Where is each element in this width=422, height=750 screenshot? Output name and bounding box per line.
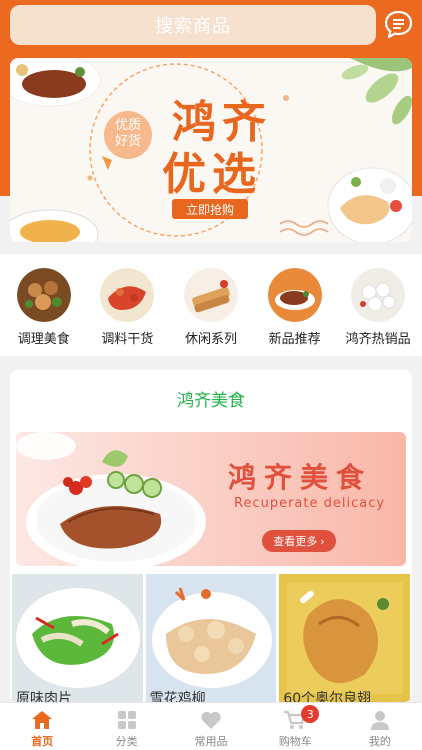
product-card[interactable]: 雪花鸡柳	[145, 574, 277, 702]
tab-label: 首页	[31, 735, 54, 748]
chat-bubble-icon	[384, 10, 413, 39]
cart-badge: 3	[301, 705, 320, 723]
section-title: 鸿齐美食	[177, 391, 245, 411]
chevron-right-icon: ›	[320, 534, 325, 548]
search-placeholder: 搜索商品	[155, 16, 231, 37]
bottom-tab-bar: 首页 分类 常用品 3 购物车 我的	[0, 702, 422, 750]
section-promo-banner[interactable]: 鸿齐美食 Recuperate delicacy 查看更多 ›	[16, 432, 406, 566]
banner-badge-line1: 优质	[114, 118, 141, 133]
category-image	[16, 268, 71, 322]
banner-title-line2: 优选	[162, 149, 262, 200]
product-card[interactable]: 60个奥尔良翅	[279, 574, 411, 702]
category-row: 调理美食 调料干货 休闲系列 新品推荐 鸿齐热销品	[0, 254, 422, 356]
category-label: 鸿齐热销品	[345, 332, 411, 347]
tab-home[interactable]: 首页	[0, 703, 84, 750]
promo-subtitle: Recuperate delicacy	[234, 496, 386, 511]
promo-banner[interactable]: 鸿齐 优选 优质 好货 立即抢购	[10, 58, 412, 242]
view-more-label: 查看更多	[273, 535, 318, 548]
category-label: 调理美食	[17, 332, 70, 347]
category-item[interactable]: 调料干货	[87, 254, 167, 356]
heart-icon	[201, 711, 221, 729]
banner-cta-button[interactable]: 立即抢购	[172, 199, 248, 219]
view-more-button[interactable]: 查看更多 ›	[262, 530, 336, 552]
category-item[interactable]: 休闲系列	[171, 254, 251, 356]
product-image	[12, 574, 143, 702]
message-button[interactable]	[383, 9, 414, 40]
user-icon	[370, 711, 389, 730]
tab-label: 购物车	[278, 735, 312, 748]
featured-section: 鸿齐美食 鸿齐美食 Recuperate delicacy 查看更多 › 原味肉…	[10, 370, 412, 702]
search-input[interactable]: 搜索商品	[10, 5, 376, 45]
product-image	[279, 574, 411, 702]
category-image	[267, 268, 322, 322]
category-image	[351, 268, 406, 322]
product-image	[145, 574, 277, 702]
promo-title: 鸿齐美食	[228, 461, 373, 494]
product-name: 60个奥尔良翅	[283, 691, 372, 702]
product-card[interactable]: 原味肉片	[12, 574, 143, 702]
grid-icon	[117, 711, 136, 729]
tab-favorites[interactable]: 常用品	[169, 703, 253, 750]
category-item[interactable]: 新品推荐	[255, 254, 335, 356]
category-image	[100, 268, 155, 322]
category-item[interactable]: 调理美食	[4, 254, 84, 356]
home-icon	[32, 711, 53, 729]
category-label: 新品推荐	[268, 332, 321, 347]
tab-cart[interactable]: 3 购物车	[253, 703, 337, 750]
category-image	[183, 268, 238, 322]
product-row: 原味肉片 雪花鸡柳 60个奥尔良翅	[12, 574, 411, 702]
category-label: 调料干货	[101, 332, 154, 347]
category-item[interactable]: 鸿齐热销品	[338, 254, 418, 356]
category-label: 休闲系列	[184, 332, 237, 347]
tab-label: 我的	[368, 735, 391, 748]
tab-category[interactable]: 分类	[84, 703, 168, 750]
tab-label: 分类	[115, 735, 138, 748]
tab-profile[interactable]: 我的	[338, 703, 422, 750]
product-name: 原味肉片	[16, 691, 72, 702]
banner-badge-line2: 好货	[114, 134, 141, 149]
product-name: 雪花鸡柳	[149, 691, 206, 702]
tab-label: 常用品	[194, 735, 228, 748]
